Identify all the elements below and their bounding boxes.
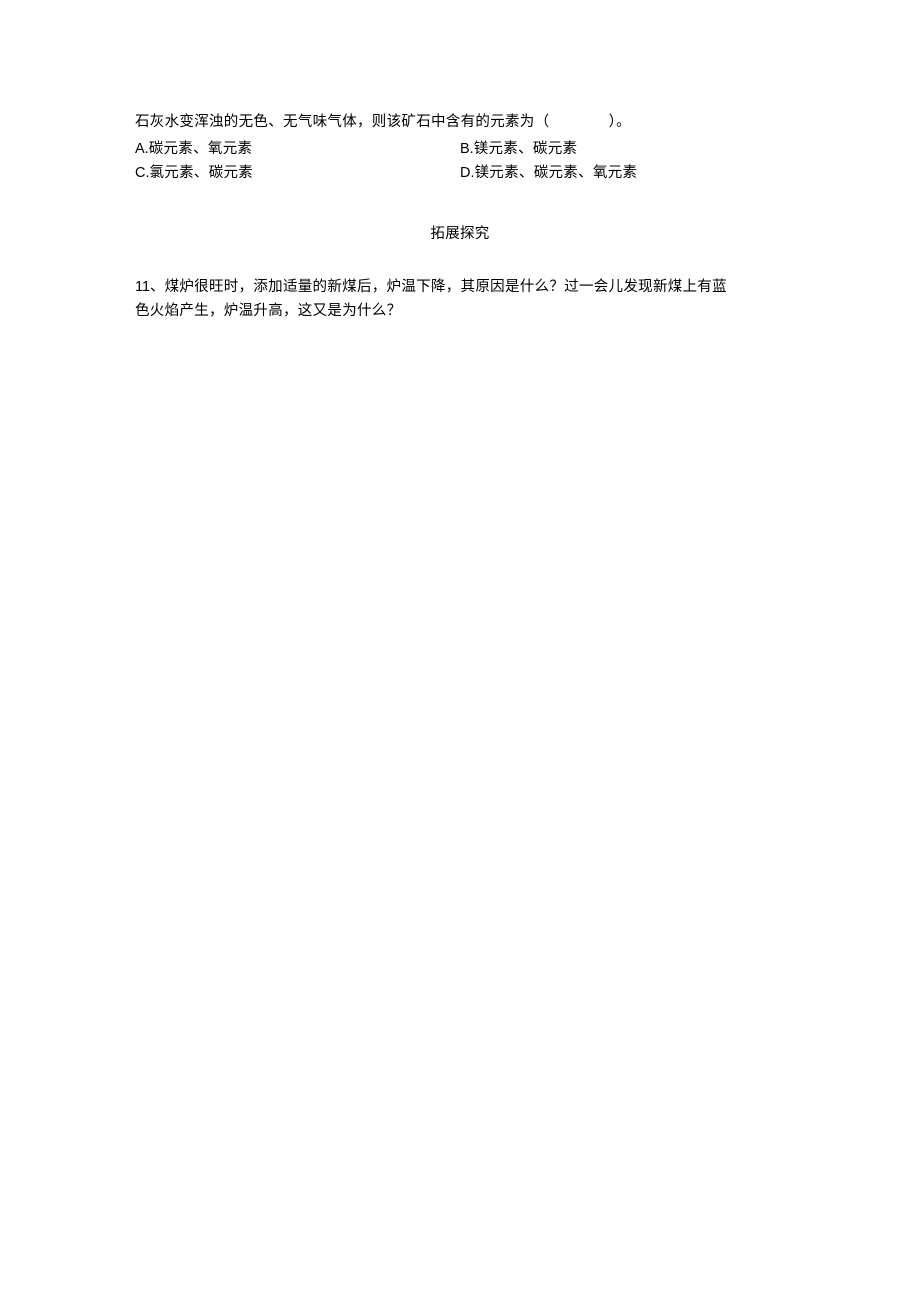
question-10-options: A.碳元素、氧元素 B.镁元素、碳元素 C.氯元素、碳元素 D.镁元素、碳元素、…: [135, 137, 785, 186]
question-10-stem: 石灰水变浑浊的无色、无气味气体，则该矿石中含有的元素为（ ）。: [135, 110, 785, 135]
option-c-text: 氯元素、碳元素: [150, 165, 254, 181]
question-11-number: 11、: [135, 279, 165, 295]
option-a[interactable]: A.碳元素、氧元素: [135, 137, 460, 162]
question-11-line1: 煤炉很旺时，添加适量的新煤后，炉温下降，其原因是什么？过一会儿发现新煤上有蓝: [165, 279, 727, 295]
option-b-label: B.: [460, 141, 474, 157]
question-11: 11、煤炉很旺时，添加适量的新煤后，炉温下降，其原因是什么？过一会儿发现新煤上有…: [135, 275, 785, 300]
option-c[interactable]: C.氯元素、碳元素: [135, 161, 460, 186]
option-a-text: 碳元素、氧元素: [149, 141, 253, 157]
option-d-text: 镁元素、碳元素、氧元素: [475, 165, 638, 181]
option-c-label: C.: [135, 165, 150, 181]
option-b-text: 镁元素、碳元素: [474, 141, 578, 157]
option-d-label: D.: [460, 165, 475, 181]
question-11-line2: 色火焰产生，炉温升高，这又是为什么？: [135, 299, 785, 324]
section-title: 拓展探究: [135, 222, 785, 247]
option-b[interactable]: B.镁元素、碳元素: [460, 137, 785, 162]
option-a-label: A.: [135, 141, 149, 157]
option-d[interactable]: D.镁元素、碳元素、氧元素: [460, 161, 785, 186]
